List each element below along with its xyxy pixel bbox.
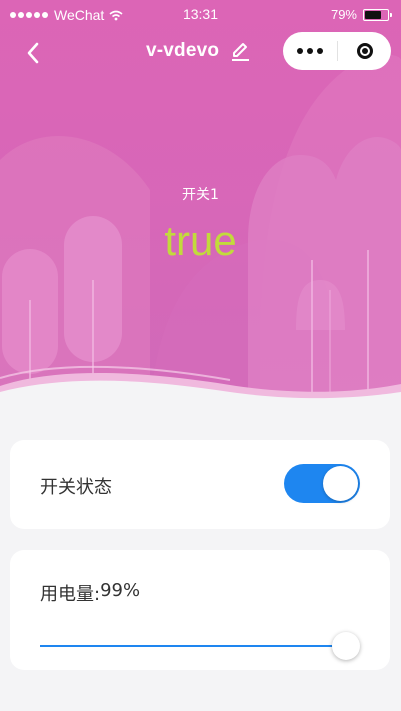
chevron-left-icon bbox=[27, 42, 39, 64]
battery-percent: 79% bbox=[330, 7, 357, 22]
power-label-prefix: 用电量: bbox=[40, 584, 101, 605]
toggle-knob bbox=[323, 466, 358, 501]
target-close-icon bbox=[356, 43, 373, 59]
more-dots-icon bbox=[297, 48, 303, 54]
sensor-value: true bbox=[164, 217, 237, 264]
power-slider[interactable] bbox=[40, 632, 360, 662]
battery-group: 79% bbox=[330, 7, 392, 22]
power-card: 用电量: 99% bbox=[10, 550, 390, 670]
power-usage-label: 用电量: 99% bbox=[40, 580, 140, 606]
battery-icon bbox=[363, 8, 392, 21]
pencil-icon bbox=[232, 43, 250, 61]
switch-label: 开关状态 bbox=[40, 477, 112, 498]
switch-toggle[interactable] bbox=[284, 464, 360, 503]
back-button[interactable] bbox=[18, 38, 48, 68]
edit-title-button[interactable] bbox=[229, 40, 251, 62]
hero-banner: WeChat 13:31 79% v-vdevo 开关1 true bbox=[0, 0, 401, 402]
more-button[interactable] bbox=[283, 32, 337, 70]
slider-fill bbox=[40, 645, 346, 647]
switch-card: 开关状态 bbox=[10, 440, 390, 529]
status-bar: WeChat 13:31 79% bbox=[0, 0, 401, 30]
device-page: WeChat 13:31 79% v-vdevo 开关1 true 开关状态 用… bbox=[0, 0, 401, 711]
miniprogram-capsule bbox=[283, 32, 391, 70]
nav-title-group: v-vdevo bbox=[146, 40, 251, 62]
sensor-name: 开关1 bbox=[182, 187, 219, 203]
slider-thumb[interactable] bbox=[332, 632, 360, 660]
power-value: 99% bbox=[100, 580, 141, 601]
page-title: v-vdevo bbox=[146, 40, 220, 61]
nav-bar: v-vdevo bbox=[0, 30, 401, 76]
close-miniprogram-button[interactable] bbox=[338, 32, 391, 70]
